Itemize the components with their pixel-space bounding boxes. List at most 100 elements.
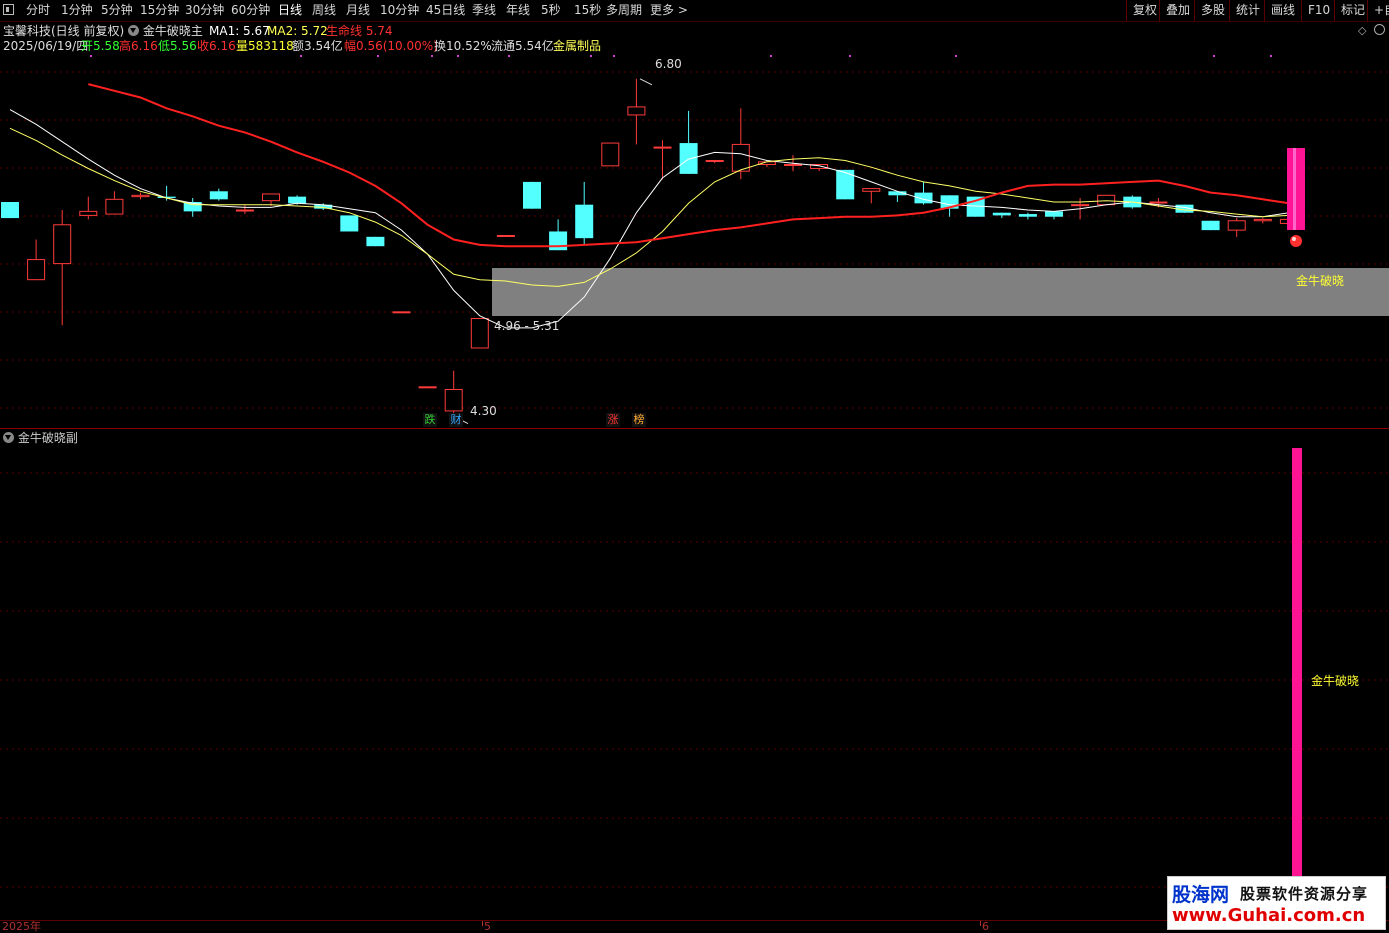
candle[interactable] — [731, 108, 750, 180]
candle[interactable] — [418, 386, 437, 389]
period-multi[interactable]: 多周期 — [606, 0, 642, 21]
candle-body — [27, 259, 46, 281]
candle-body — [418, 386, 437, 389]
candle[interactable] — [992, 212, 1011, 219]
period-5sec[interactable]: 5秒 — [541, 0, 561, 21]
high-arrow-icon — [639, 78, 653, 86]
signal-dot-icon[interactable] — [1290, 235, 1302, 247]
period-1min[interactable]: 1分钟 — [61, 0, 93, 21]
adjust-button[interactable]: 复权 — [1126, 0, 1157, 21]
candle[interactable] — [1018, 212, 1037, 220]
candle[interactable] — [79, 196, 98, 220]
menu-icon[interactable] — [3, 4, 14, 15]
sub-signal-bar — [1292, 448, 1302, 920]
candle-body — [1097, 194, 1116, 206]
candle[interactable] — [1201, 220, 1220, 231]
candle[interactable] — [523, 181, 541, 209]
period-15min[interactable]: 15分钟 — [140, 0, 179, 21]
candle-body — [340, 215, 359, 232]
candle[interactable] — [392, 311, 411, 314]
candle[interactable] — [53, 210, 72, 326]
candle-body — [679, 143, 698, 174]
period-30min[interactable]: 30分钟 — [185, 0, 224, 21]
period-60min[interactable]: 60分钟 — [231, 0, 270, 21]
period-5min[interactable]: 5分钟 — [101, 0, 133, 21]
candle-body — [288, 196, 307, 204]
high-price-value: 6.80 — [655, 57, 682, 71]
candle[interactable] — [366, 236, 385, 247]
candle[interactable] — [1045, 211, 1063, 220]
candle[interactable] — [1, 202, 19, 219]
candle[interactable] — [444, 370, 463, 414]
watermark-slogan: 股票软件资源分享 — [1240, 885, 1369, 903]
candle-body — [131, 194, 150, 198]
zone-range-label: 4.96 - 5.31 — [494, 319, 560, 333]
candle-body — [1149, 201, 1168, 204]
candle[interactable] — [209, 188, 228, 201]
candle[interactable] — [27, 239, 46, 281]
candle[interactable] — [757, 161, 776, 168]
marker-dot — [613, 55, 615, 57]
marker-dot — [1213, 55, 1215, 57]
candlestick-chart[interactable] — [0, 52, 1389, 427]
period-fenshi[interactable]: 分时 — [26, 0, 50, 21]
support-zone — [492, 268, 1389, 316]
period-weekly[interactable]: 周线 — [312, 0, 336, 21]
candle[interactable] — [131, 192, 150, 200]
candle[interactable] — [1097, 194, 1116, 206]
candle[interactable] — [1253, 218, 1272, 224]
candle[interactable] — [183, 197, 202, 217]
candle[interactable] — [575, 181, 594, 245]
diamond-icon[interactable]: ◇ — [1358, 23, 1366, 39]
period-daily[interactable]: 日线 — [278, 0, 302, 21]
period-15sec[interactable]: 15秒 — [574, 0, 601, 21]
period-10min[interactable]: 10分钟 — [380, 0, 419, 21]
candle-body — [262, 193, 280, 202]
period-monthly[interactable]: 月线 — [346, 0, 370, 21]
signal-tag-zhang[interactable]: 涨 — [606, 413, 620, 427]
stats-button[interactable]: 统计 — [1229, 0, 1260, 21]
candle[interactable] — [235, 204, 254, 215]
signal-tag-bang[interactable]: 榜 — [632, 413, 646, 427]
marker-dot — [955, 55, 957, 57]
candle[interactable] — [627, 78, 646, 145]
chart-settings-icon[interactable] — [1374, 23, 1385, 39]
more-periods-button[interactable]: 更多 > — [650, 0, 688, 21]
candle-body — [1045, 211, 1063, 217]
mark-button[interactable]: 标记 — [1334, 0, 1365, 21]
f10-button[interactable]: F10 — [1301, 0, 1330, 21]
candle-body — [575, 204, 594, 239]
period-quarter[interactable]: 季线 — [472, 0, 496, 21]
custom-add-button[interactable]: +自 — [1367, 0, 1389, 21]
candle[interactable] — [705, 159, 724, 164]
candle-body — [209, 191, 228, 200]
marker-dot — [300, 55, 302, 57]
marker-dot — [377, 55, 379, 57]
draw-line-button[interactable]: 画线 — [1264, 0, 1295, 21]
candle[interactable] — [679, 110, 698, 174]
formula-selector[interactable]: 金牛破晓主 — [128, 23, 203, 39]
candle-body — [392, 311, 411, 314]
candle[interactable] — [601, 142, 620, 167]
signal-tag-die[interactable]: 跌 — [423, 413, 437, 427]
period-45day[interactable]: 45日线 — [426, 0, 465, 21]
sub-indicator-chart[interactable] — [0, 445, 1389, 920]
signal-tag-cai[interactable]: 财 — [449, 413, 463, 427]
sub-panel-header[interactable]: 金牛破晓副 — [3, 430, 78, 446]
period-yearly[interactable]: 年线 — [506, 0, 530, 21]
multi-stock-button[interactable]: 多股 — [1194, 0, 1225, 21]
signal-dot-highlight — [1292, 237, 1296, 241]
candle[interactable] — [862, 188, 881, 204]
candle-body — [1201, 220, 1220, 231]
marker-dot — [508, 55, 510, 57]
panel-divider[interactable] — [0, 428, 1389, 429]
candle-body — [653, 146, 672, 149]
overlay-button[interactable]: 叠加 — [1159, 0, 1190, 21]
candle[interactable] — [470, 318, 489, 349]
candle[interactable] — [1227, 218, 1246, 237]
candle[interactable] — [340, 215, 359, 232]
candle[interactable] — [496, 234, 515, 237]
candle[interactable] — [914, 181, 933, 205]
marker-dot — [590, 55, 592, 57]
candle[interactable] — [105, 191, 124, 215]
